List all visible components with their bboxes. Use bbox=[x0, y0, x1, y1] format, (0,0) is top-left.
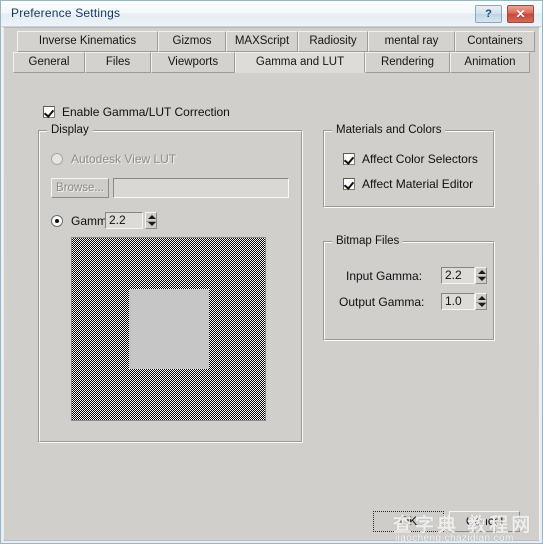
radio-icon bbox=[51, 153, 63, 165]
gamma-value-input[interactable]: 2.2 bbox=[105, 212, 143, 229]
gamma-value-stepper[interactable] bbox=[145, 212, 157, 229]
bitmap-files-group: Bitmap Files bbox=[323, 235, 495, 341]
bitmap-group-title: Bitmap Files bbox=[332, 235, 404, 247]
stepper-down-icon[interactable] bbox=[478, 303, 486, 307]
tab-radiosity[interactable]: Radiosity bbox=[298, 31, 368, 52]
tab-row-1: Inverse Kinematics Gizmos MAXScript Radiosi… bbox=[5, 31, 538, 52]
checkbox-icon bbox=[343, 153, 355, 165]
window-title: Preference Settings bbox=[11, 6, 121, 20]
titlebar[interactable]: Preference Settings ? ✕ bbox=[1, 1, 542, 27]
close-glyph: ✕ bbox=[515, 7, 526, 21]
tab-gizmos[interactable]: Gizmos bbox=[158, 31, 226, 52]
close-icon[interactable]: ✕ bbox=[507, 5, 534, 23]
gamma-preview-center-patch bbox=[128, 289, 209, 369]
browse-button-label: Browse... bbox=[56, 182, 104, 194]
ok-button[interactable]: OK bbox=[373, 511, 444, 532]
browse-button[interactable]: Browse... bbox=[51, 178, 109, 198]
stepper-up-icon[interactable] bbox=[478, 296, 486, 300]
stepper-down-icon[interactable] bbox=[478, 277, 486, 281]
output-gamma-value: 1.0 bbox=[445, 294, 462, 308]
tab-label: Gamma and LUT bbox=[255, 56, 345, 68]
checkbox-icon bbox=[343, 178, 355, 190]
output-gamma-input[interactable]: 1.0 bbox=[441, 293, 475, 310]
gamma-preview-swatch bbox=[71, 237, 266, 421]
affect-material-editor-label: Affect Material Editor bbox=[362, 177, 474, 191]
tab-label: General bbox=[28, 56, 70, 68]
materials-group-title: Materials and Colors bbox=[332, 124, 446, 136]
affect-material-editor-checkbox[interactable]: Affect Material Editor bbox=[343, 177, 473, 191]
tab-label: Radiosity bbox=[309, 35, 357, 47]
enable-gamma-lut-checkbox[interactable]: Enable Gamma/LUT Correction bbox=[43, 105, 230, 119]
stepper-up-icon[interactable] bbox=[148, 215, 156, 219]
tab-panel-gamma-and-lut: Enable Gamma/LUT Correction Display Auto… bbox=[5, 73, 538, 537]
output-gamma-stepper[interactable] bbox=[475, 293, 487, 310]
tab-label: MAXScript bbox=[234, 35, 290, 47]
tab-files[interactable]: Files bbox=[85, 52, 151, 73]
preference-settings-dialog: Preference Settings ? ✕ Inverse Kinemati… bbox=[0, 0, 543, 544]
input-gamma-label: Input Gamma: bbox=[346, 269, 423, 283]
help-glyph: ? bbox=[485, 8, 492, 20]
tab-row-2: General Files Viewports Gamma and LUT Render… bbox=[5, 52, 538, 73]
display-group-title: Display bbox=[47, 124, 93, 136]
tab-label: Inverse Kinematics bbox=[38, 35, 137, 47]
enable-gamma-lut-label: Enable Gamma/LUT Correction bbox=[62, 105, 230, 119]
tab-maxscript[interactable]: MAXScript bbox=[226, 31, 298, 52]
checkbox-icon bbox=[43, 106, 55, 118]
input-gamma-input[interactable]: 2.2 bbox=[441, 267, 475, 284]
cancel-button-label: Cancel bbox=[465, 514, 504, 528]
stepper-down-icon[interactable] bbox=[148, 222, 156, 226]
tab-mental-ray[interactable]: mental ray bbox=[368, 31, 455, 52]
tabstrip: Inverse Kinematics Gizmos MAXScript Radiosi… bbox=[5, 31, 538, 73]
tab-label: Animation bbox=[464, 56, 516, 68]
tab-gamma-and-lut[interactable]: Gamma and LUT bbox=[235, 52, 365, 73]
autodesk-view-lut-label: Autodesk View LUT bbox=[71, 152, 177, 166]
tab-containers[interactable]: Containers bbox=[455, 31, 535, 52]
tab-label: Viewports bbox=[167, 56, 219, 68]
tab-label: Containers bbox=[467, 35, 523, 47]
cancel-button[interactable]: Cancel bbox=[449, 511, 520, 532]
tab-inverse-kinematics[interactable]: Inverse Kinematics bbox=[17, 31, 158, 52]
stepper-up-icon[interactable] bbox=[478, 270, 486, 274]
affect-color-selectors-checkbox[interactable]: Affect Color Selectors bbox=[343, 152, 478, 166]
tab-label: Rendering bbox=[380, 56, 435, 68]
tab-viewports[interactable]: Viewports bbox=[151, 52, 235, 73]
tab-label: Gizmos bbox=[172, 35, 212, 47]
materials-and-colors-group: Materials and Colors bbox=[323, 124, 495, 208]
ok-button-label: OK bbox=[399, 514, 418, 528]
tab-animation[interactable]: Animation bbox=[450, 52, 530, 73]
gamma-value-text: 2.2 bbox=[109, 213, 126, 227]
autodesk-view-lut-radio[interactable]: Autodesk View LUT bbox=[51, 152, 176, 166]
affect-color-selectors-label: Affect Color Selectors bbox=[362, 152, 478, 166]
tab-rendering[interactable]: Rendering bbox=[365, 52, 450, 73]
radio-icon bbox=[51, 215, 63, 227]
tab-general[interactable]: General bbox=[13, 52, 85, 73]
help-icon[interactable]: ? bbox=[475, 5, 502, 23]
input-gamma-stepper[interactable] bbox=[475, 267, 487, 284]
lut-path-input[interactable] bbox=[113, 178, 289, 198]
output-gamma-label: Output Gamma: bbox=[339, 295, 425, 309]
tab-label: Files bbox=[105, 56, 131, 68]
input-gamma-value: 2.2 bbox=[445, 268, 462, 282]
tab-label: mental ray bbox=[384, 35, 439, 47]
